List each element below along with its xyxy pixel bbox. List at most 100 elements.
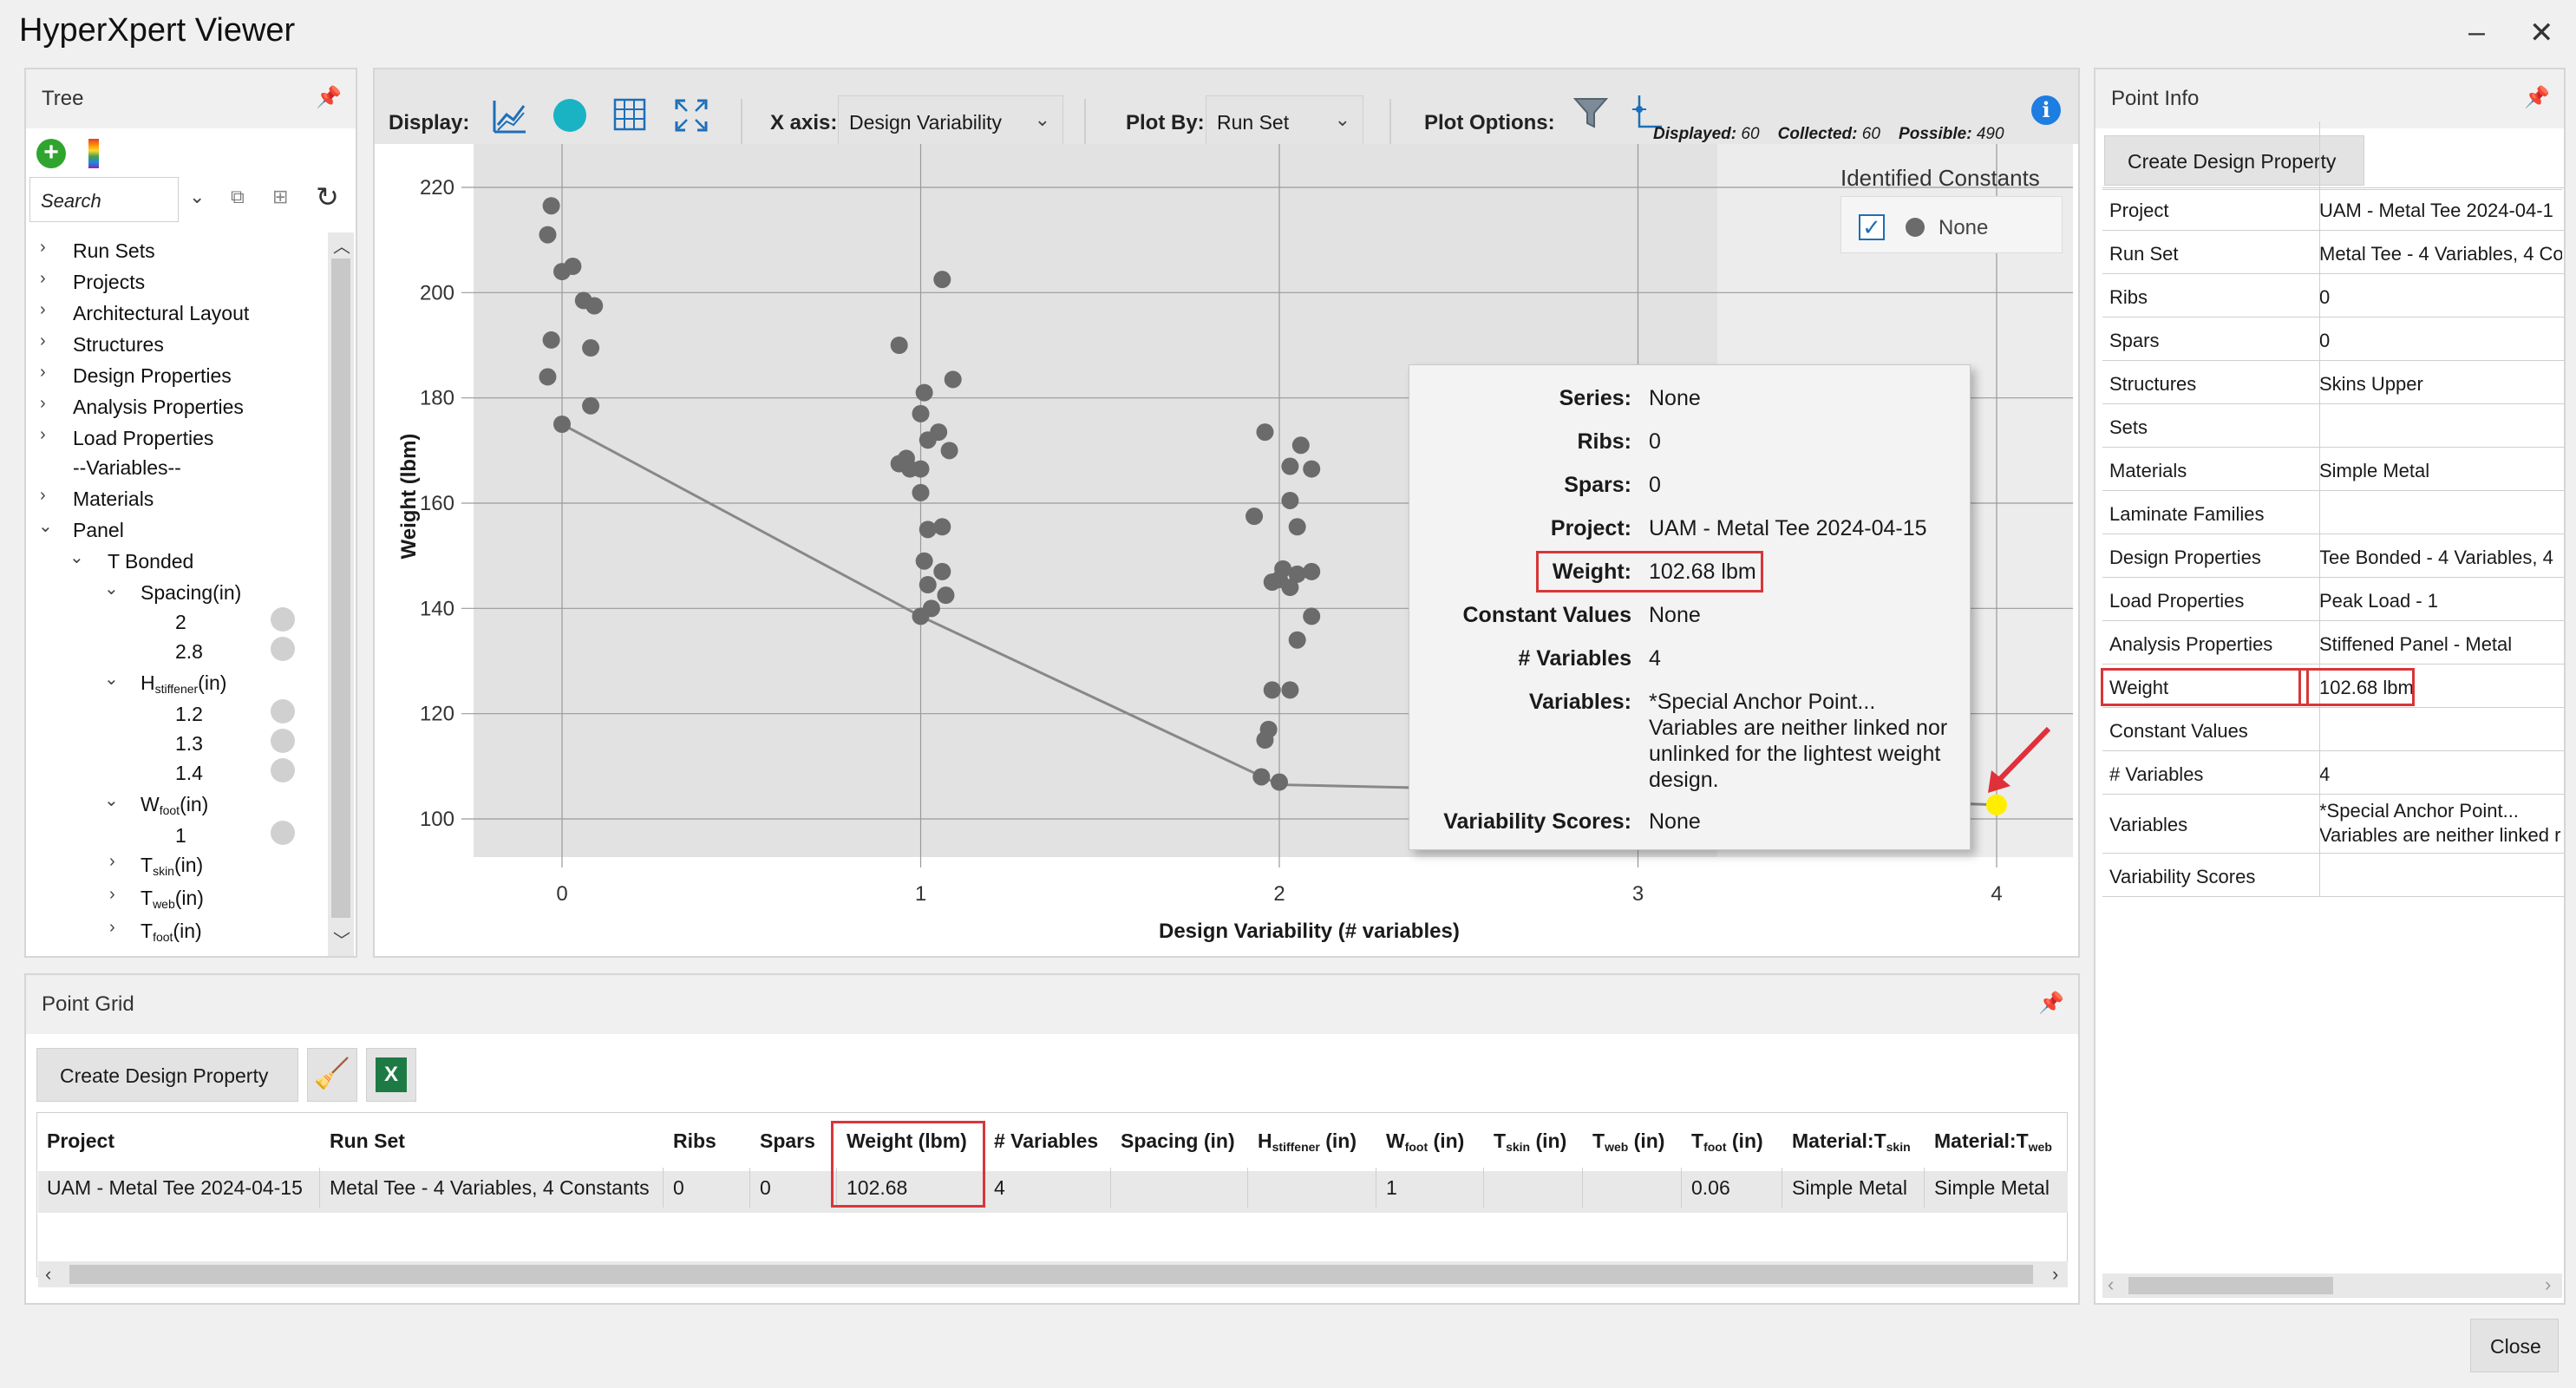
scroll-left-icon[interactable]: ‹	[45, 1263, 51, 1286]
tree-value[interactable]: 1.2	[175, 703, 203, 726]
line-chart-icon[interactable]	[491, 97, 529, 135]
grid-create-design-property-button[interactable]: Create Design Property	[36, 1048, 298, 1102]
legend-checkbox[interactable]: ✓	[1859, 214, 1885, 240]
grid-cell[interactable]: 0.06	[1691, 1176, 1730, 1200]
tree-item-load-properties[interactable]: Load Properties	[73, 427, 213, 450]
tree-item-design-properties[interactable]: Design Properties	[73, 364, 232, 388]
grid-cell[interactable]: 1	[1386, 1176, 1397, 1200]
tree-search-input[interactable]: Search	[29, 177, 179, 222]
collapse-all-icon[interactable]: ⧉	[231, 186, 245, 208]
tree-item-panel[interactable]: Panel	[73, 519, 124, 542]
point-info-hscrollbar[interactable]: ‹ ›	[2102, 1273, 2562, 1298]
tree-var-wfoot[interactable]: Wfoot(in)	[141, 793, 208, 817]
close-button[interactable]: Close	[2470, 1319, 2559, 1372]
tree-item-t-bonded[interactable]: T Bonded	[108, 550, 193, 573]
point-info-row[interactable]: Structures Skins Upper	[2102, 361, 2564, 404]
expand-chevron-icon[interactable]: ›	[40, 394, 46, 414]
table-icon[interactable]	[612, 97, 647, 132]
close-window-button[interactable]: ✕	[2529, 16, 2554, 50]
grid-column-header[interactable]: Spacing (in)	[1121, 1129, 1235, 1153]
collapse-chevron-icon[interactable]: ⌄	[69, 547, 84, 568]
tree-item-analysis-properties[interactable]: Analysis Properties	[73, 396, 244, 419]
xaxis-dropdown[interactable]: Design Variability ⌄	[838, 95, 1063, 146]
clear-brush-icon[interactable]: 🧹	[307, 1048, 357, 1102]
point-info-row[interactable]: Materials Simple Metal	[2102, 448, 2564, 491]
tree-var-tskin[interactable]: Tskin(in)	[141, 854, 203, 878]
add-icon[interactable]: +	[36, 139, 66, 168]
grid-column-header[interactable]: Tskin (in)	[1494, 1129, 1566, 1154]
collapse-chevron-icon[interactable]: ⌄	[104, 578, 119, 599]
tree-scrollbar[interactable]: ︿ ﹀	[328, 232, 354, 956]
grid-cell[interactable]: 0	[673, 1176, 684, 1200]
scroll-right-icon[interactable]: ›	[2545, 1273, 2551, 1296]
grid-column-header[interactable]: Project	[47, 1129, 114, 1153]
tree-value[interactable]: 1	[175, 824, 186, 848]
expand-chevron-icon[interactable]: ›	[40, 331, 46, 351]
tree-var-hstiffener[interactable]: Hstiffener(in)	[141, 671, 226, 696]
collapse-chevron-icon[interactable]: ⌄	[104, 668, 119, 690]
scroll-left-icon[interactable]: ‹	[2108, 1273, 2114, 1296]
grid-column-header[interactable]: Tweb (in)	[1592, 1129, 1664, 1154]
expand-chevron-icon[interactable]: ›	[40, 269, 46, 289]
minimize-button[interactable]: –	[2468, 16, 2485, 49]
grid-cell[interactable]: Metal Tee - 4 Variables, 4 Constants	[330, 1176, 650, 1200]
tree-var-spacing[interactable]: Spacing(in)	[141, 581, 241, 605]
hscroll-thumb[interactable]	[69, 1265, 2033, 1284]
expand-chevron-icon[interactable]: ›	[40, 425, 46, 445]
grid-column-header[interactable]: Hstiffener (in)	[1258, 1129, 1357, 1154]
point-info-row[interactable]: Sets	[2102, 404, 2564, 448]
scroll-down-icon[interactable]: ﹀	[333, 926, 350, 952]
tree-value[interactable]: 1.4	[175, 762, 203, 785]
expand-chevron-icon[interactable]: ›	[109, 918, 115, 938]
grid-column-header[interactable]: # Variables	[994, 1129, 1098, 1153]
tree-item-structures[interactable]: Structures	[73, 333, 164, 357]
point-info-row[interactable]: Design Properties Tee Bonded - 4 Variable…	[2102, 534, 2564, 578]
grid-cell[interactable]: Simple Metal	[1792, 1176, 1907, 1200]
grid-column-header[interactable]: Tfoot (in)	[1691, 1129, 1763, 1154]
point-info-row[interactable]: # Variables 4	[2102, 751, 2564, 795]
tree-scroll-thumb[interactable]	[331, 259, 350, 918]
filter-icon[interactable]	[1572, 94, 1610, 132]
tree-value[interactable]: 2	[175, 611, 186, 634]
collapse-chevron-icon[interactable]: ⌄	[104, 789, 119, 811]
grid-cell[interactable]: 0	[760, 1176, 771, 1200]
grid-column-header[interactable]: Wfoot (in)	[1386, 1129, 1464, 1154]
tree-var-tweb[interactable]: Tweb(in)	[141, 887, 204, 911]
grid-cell[interactable]: Simple Metal	[1934, 1176, 2050, 1200]
tree-item-projects[interactable]: Projects	[73, 271, 145, 294]
tree-var-tfoot[interactable]: Tfoot(in)	[141, 920, 202, 944]
grid-column-header[interactable]: Ribs	[673, 1129, 716, 1153]
excel-export-icon[interactable]: X	[366, 1048, 416, 1102]
color-palette-icon[interactable]	[88, 139, 99, 168]
scroll-up-icon[interactable]: ︿	[333, 232, 350, 258]
chevron-down-icon[interactable]: ⌄	[189, 186, 205, 208]
grid-column-header[interactable]: Material:Tskin	[1792, 1129, 1911, 1154]
tree-item-materials[interactable]: Materials	[73, 488, 154, 511]
expand-chevron-icon[interactable]: ›	[109, 885, 115, 905]
point-info-row[interactable]: Variability Scores	[2102, 854, 2564, 897]
grid-column-header[interactable]: Run Set	[330, 1129, 405, 1153]
fit-screen-icon[interactable]	[673, 97, 709, 134]
hscroll-thumb[interactable]	[2128, 1277, 2333, 1294]
expand-chevron-icon[interactable]: ›	[40, 300, 46, 320]
info-icon[interactable]: i	[2031, 95, 2061, 125]
pin-icon[interactable]: 📌	[2524, 85, 2550, 110]
point-info-row[interactable]: Analysis Properties Stiffened Panel - Met…	[2102, 621, 2564, 665]
plotby-dropdown[interactable]: Run Set ⌄	[1206, 95, 1363, 146]
scatter-dot-icon[interactable]	[553, 99, 586, 132]
point-info-row[interactable]: Load Properties Peak Load - 1	[2102, 578, 2564, 621]
grid-cell[interactable]: 4	[994, 1176, 1005, 1200]
grid-column-header[interactable]: Spars	[760, 1129, 815, 1153]
grid-cell[interactable]: UAM - Metal Tee 2024-04-15	[47, 1176, 303, 1200]
expand-chevron-icon[interactable]: ›	[40, 486, 46, 506]
point-info-row[interactable]: Laminate Families	[2102, 491, 2564, 534]
refresh-icon[interactable]: ↻	[316, 180, 339, 213]
tree-item-architectural-layout[interactable]: Architectural Layout	[73, 302, 249, 325]
grid-hscrollbar[interactable]: ‹ ›	[38, 1261, 2068, 1287]
point-info-row[interactable]: Variables *Special Anchor Point... Variabl…	[2102, 795, 2564, 854]
hierarchy-icon[interactable]: ⊞	[272, 186, 288, 208]
grid-column-header[interactable]: Material:Tweb	[1934, 1129, 2052, 1154]
tree-value[interactable]: 2.8	[175, 640, 203, 664]
point-info-row[interactable]: Spars 0	[2102, 318, 2564, 361]
expand-chevron-icon[interactable]: ›	[40, 363, 46, 383]
